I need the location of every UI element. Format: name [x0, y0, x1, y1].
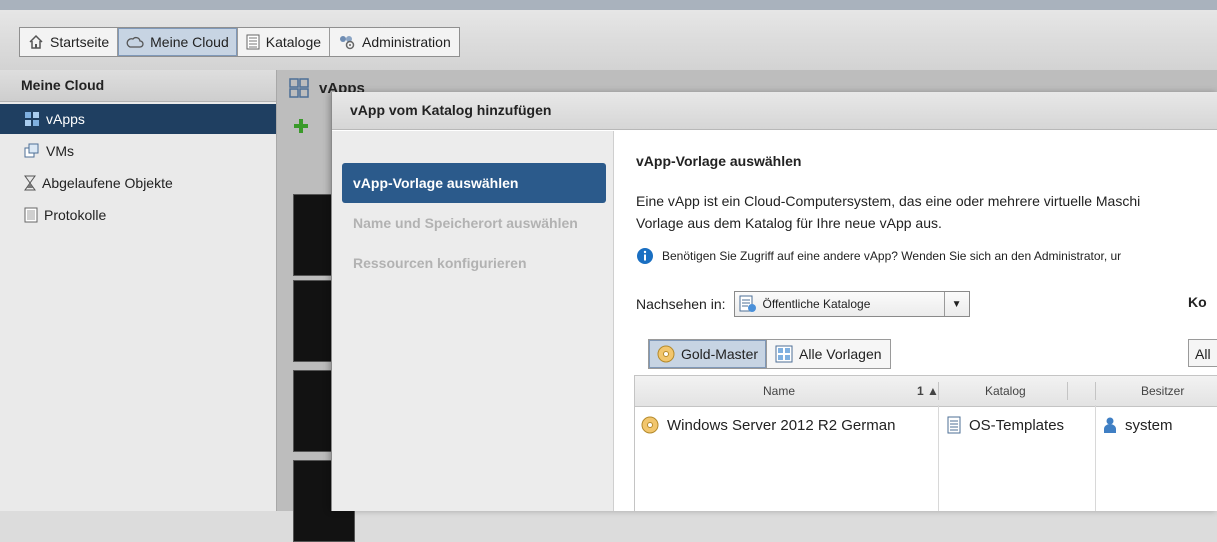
tab-label: Startseite	[50, 34, 110, 50]
column-header-name[interactable]: Name	[763, 376, 795, 406]
column-header-katalog[interactable]: Katalog	[985, 376, 1026, 406]
cell-name: Windows Server 2012 R2 German	[641, 416, 895, 434]
sidebar-item-vapps[interactable]: vApps	[0, 104, 276, 134]
column-divider	[1067, 382, 1068, 400]
column-divider	[1095, 382, 1096, 400]
main-navbar: Startseite Meine Cloud Kataloge Administ…	[0, 10, 1217, 71]
description-line: Eine vApp ist ein Cloud-Computersystem, …	[636, 193, 1141, 209]
sidebar-item-vms[interactable]: VMs	[0, 136, 276, 166]
add-icon[interactable]	[293, 118, 309, 134]
look-in-row: Nachsehen in: Öffentliche Kataloge ▼	[636, 291, 970, 317]
template-table: Name 1 ▲ Katalog Besitzer Windows Server…	[634, 375, 1217, 511]
sidebar-title: Meine Cloud	[0, 70, 276, 102]
tab-startseite[interactable]: Startseite	[20, 28, 119, 56]
all-templates-button[interactable]: Alle Vorlagen	[767, 340, 890, 368]
user-icon	[1103, 416, 1117, 434]
all-button[interactable]: All	[1188, 339, 1217, 367]
tab-label: Kataloge	[265, 34, 322, 50]
cell-catalog: OS-Templates	[947, 416, 1064, 434]
tab-label: Administration	[362, 34, 451, 50]
sidebar-item-label: vApps	[46, 111, 85, 127]
chevron-down-icon[interactable]: ▼	[943, 292, 969, 316]
vapps-icon	[289, 78, 309, 98]
column-divider	[938, 382, 939, 400]
cell-owner: system	[1103, 416, 1173, 434]
truncated-label: Ko	[1188, 294, 1207, 310]
table-header: Name 1 ▲ Katalog Besitzer	[635, 375, 1217, 407]
hourglass-icon	[24, 175, 36, 191]
tab-kataloge[interactable]: Kataloge	[238, 28, 331, 56]
catalog-select[interactable]: Öffentliche Kataloge ▼	[733, 291, 970, 317]
tab-meine-cloud[interactable]: Meine Cloud	[118, 28, 238, 56]
catalog-icon	[947, 416, 961, 434]
look-in-label: Nachsehen in:	[636, 296, 726, 312]
top-strip	[0, 0, 1217, 10]
sort-indicator[interactable]: 1 ▲	[917, 376, 939, 406]
catalog-icon	[246, 34, 260, 50]
sidebar-item-label: Abgelaufene Objekte	[42, 175, 173, 191]
content-description: Eine vApp ist ein Cloud-Computersystem, …	[636, 190, 1140, 234]
public-catalog-icon	[739, 295, 757, 313]
column-header-besitzer[interactable]: Besitzer	[1141, 376, 1184, 406]
add-vapp-dialog: vApp vom Katalog hinzufügen vApp-Vorlage…	[331, 92, 1217, 511]
wizard-steps: vApp-Vorlage auswählen Name und Speicher…	[332, 131, 614, 511]
sidebar-item-abgelaufene-objekte[interactable]: Abgelaufene Objekte	[0, 168, 276, 198]
tab-label: Meine Cloud	[150, 34, 229, 50]
home-icon	[28, 34, 44, 50]
template-name: Windows Server 2012 R2 German	[667, 416, 896, 434]
content-title: vApp-Vorlage auswählen	[636, 153, 802, 169]
cloud-icon	[126, 35, 144, 49]
info-text: Benötigen Sie Zugriff auf eine andere vA…	[662, 249, 1122, 263]
sidebar-item-protokolle[interactable]: Protokolle	[0, 200, 276, 230]
templates-icon	[775, 345, 793, 363]
step-configure-resources: Ressourcen konfigurieren	[353, 255, 527, 271]
nav-tab-group: Startseite Meine Cloud Kataloge Administ…	[19, 27, 460, 57]
description-line: Vorlage aus dem Katalog für Ihre neue vA…	[636, 215, 942, 231]
catalog-select-value: Öffentliche Kataloge	[762, 297, 871, 311]
sidebar-item-label: VMs	[46, 143, 74, 159]
admin-icon	[338, 34, 356, 50]
info-icon	[636, 247, 654, 265]
step-name-location: Name und Speicherort auswählen	[353, 215, 578, 231]
tab-administration[interactable]: Administration	[330, 28, 459, 56]
toggle-label: Gold-Master	[681, 346, 759, 362]
table-row[interactable]: Windows Server 2012 R2 German OS-Templat…	[635, 406, 1217, 442]
dialog-content: vApp-Vorlage auswählen Eine vApp ist ein…	[614, 131, 1217, 511]
disc-icon	[641, 416, 659, 434]
step-select-template[interactable]: vApp-Vorlage auswählen	[342, 163, 606, 203]
disc-icon	[657, 345, 675, 363]
catalog-name: OS-Templates	[969, 416, 1065, 434]
vms-icon	[24, 143, 40, 159]
owner-name: system	[1125, 416, 1173, 434]
info-message: Benötigen Sie Zugriff auf eine andere vA…	[636, 247, 1121, 265]
toggle-label: Alle Vorlagen	[799, 346, 882, 362]
sidebar-item-label: Protokolle	[44, 207, 107, 223]
vapps-icon	[24, 111, 40, 127]
dialog-title: vApp vom Katalog hinzufügen	[332, 92, 1217, 130]
left-sidebar: Meine Cloud vApps VMs Abgelaufene Objekt…	[0, 70, 277, 511]
template-filter-toggle: Gold-Master Alle Vorlagen	[648, 339, 891, 369]
logs-icon	[24, 207, 38, 223]
gold-master-button[interactable]: Gold-Master	[649, 340, 768, 368]
